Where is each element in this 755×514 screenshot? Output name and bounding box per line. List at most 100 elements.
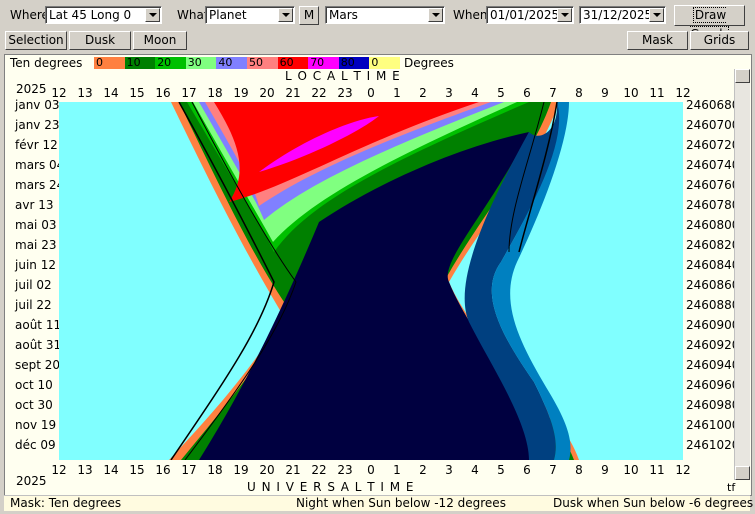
where-combo[interactable]: Lat 45 Long 0: [45, 6, 162, 24]
legend-swatch: 10: [124, 56, 156, 69]
scroll-up-button[interactable]: [735, 69, 750, 83]
date-tick: juil 22: [15, 298, 52, 312]
bottom-hour-tick: 15: [129, 463, 145, 477]
legend-label: 20: [157, 56, 172, 69]
scroll-down-button[interactable]: [735, 466, 750, 480]
date-tick: sept 20: [15, 358, 61, 372]
local-time-title: L O C A L T I M E: [285, 69, 401, 83]
bottom-hour-tick: 12: [675, 463, 691, 477]
legend-swatch: 0: [94, 56, 125, 69]
bottom-hour-tick: 4: [471, 463, 479, 477]
object-combo[interactable]: Mars: [325, 6, 445, 24]
legend-swatch: 50: [247, 56, 278, 69]
top-hour-tick: 1: [393, 86, 401, 100]
julian-day-tick: 2460940: [686, 358, 740, 372]
date-tick: mai 03: [15, 218, 57, 232]
date-tick: oct 30: [15, 398, 53, 412]
moon-button[interactable]: Moon: [133, 31, 187, 50]
legend-swatch: 20: [155, 56, 187, 69]
date-tick: janv 03: [15, 98, 60, 112]
chevron-down-icon[interactable]: [428, 8, 443, 22]
date-to-combo[interactable]: 31/12/2025: [579, 6, 666, 24]
julian-day-tick: 2460880: [686, 298, 740, 312]
bottom-hour-tick: 2: [419, 463, 427, 477]
legend-swatch: 70: [308, 56, 340, 69]
date-tick: janv 23: [15, 118, 60, 132]
date-tick: févr 12: [15, 138, 58, 152]
top-hour-tick: 5: [497, 86, 505, 100]
top-hour-tick: 19: [233, 86, 249, 100]
top-hour-tick: 9: [601, 86, 609, 100]
what-value: Planet: [209, 8, 247, 22]
date-tick: nov 19: [15, 418, 57, 432]
bottom-hour-tick: 13: [77, 463, 93, 477]
chevron-down-icon[interactable]: [649, 8, 664, 22]
legend-label: 0: [371, 56, 379, 69]
legend-label: 0: [96, 56, 103, 69]
bottom-hour-tick: 16: [155, 463, 171, 477]
top-hour-tick: 22: [311, 86, 327, 100]
date-tick: août 11: [15, 318, 62, 332]
chevron-down-icon[interactable]: [557, 8, 572, 22]
what-combo[interactable]: Planet: [205, 6, 295, 24]
legend-label: 80: [340, 56, 355, 69]
date-from-value: 01/01/2025: [490, 8, 560, 22]
top-hour-tick: 2: [419, 86, 427, 100]
bottom-hour-tick: 20: [259, 463, 275, 477]
vertical-scrollbar[interactable]: [734, 69, 750, 480]
grids-button[interactable]: Grids: [690, 31, 749, 50]
legend-label: 60: [279, 56, 294, 69]
chevron-down-icon[interactable]: [278, 8, 293, 22]
top-hour-tick: 10: [623, 86, 639, 100]
m-button[interactable]: M: [299, 6, 319, 25]
date-tick: déc 09: [15, 438, 56, 452]
legend-swatch: 0: [369, 56, 401, 69]
bottom-hour-tick: 3: [445, 463, 453, 477]
legend-label: 30: [187, 56, 202, 69]
bottom-hour-tick: 18: [207, 463, 223, 477]
visibility-plot[interactable]: [59, 102, 683, 460]
bottom-hour-tick: 17: [181, 463, 197, 477]
julian-day-tick: 2460680: [686, 98, 740, 112]
bottom-hour-tick: 23: [337, 463, 353, 477]
status-mask: Mask: Ten degrees: [10, 496, 122, 510]
universal-time-title: U N I V E R S A L T I M E: [247, 480, 415, 494]
legend-label: 70: [310, 56, 325, 69]
year-bottom: 2025: [16, 474, 47, 488]
dusk-button[interactable]: Dusk: [69, 31, 131, 50]
julian-day-tick: 2460760: [686, 178, 740, 192]
legend-label: 40: [218, 56, 233, 69]
bottom-hour-tick: 19: [233, 463, 249, 477]
legend-swatch: 40: [216, 56, 248, 69]
bottom-hour-tick: 11: [649, 463, 665, 477]
draw-graph-button[interactable]: Draw Graph: [674, 5, 745, 42]
mask-button[interactable]: Mask: [627, 31, 688, 50]
top-hour-tick: 8: [575, 86, 583, 100]
date-tick: oct 10: [15, 378, 53, 392]
top-hour-tick: 21: [285, 86, 301, 100]
top-hour-tick: 0: [367, 86, 375, 100]
chevron-down-icon[interactable]: [145, 8, 160, 22]
top-hour-tick: 17: [181, 86, 197, 100]
year-top: 2025: [16, 82, 47, 96]
julian-day-tick: 2460720: [686, 138, 740, 152]
top-hour-tick: 6: [523, 86, 531, 100]
what-label: What: [177, 8, 209, 22]
julian-day-tick: 2460980: [686, 398, 740, 412]
date-tick: mai 23: [15, 238, 57, 252]
selection-button[interactable]: Selection: [5, 31, 67, 50]
bottom-hour-tick: 22: [311, 463, 327, 477]
date-tick: juil 02: [15, 278, 52, 292]
top-hour-tick: 20: [259, 86, 275, 100]
legend-swatch: 80: [338, 56, 370, 69]
top-hour-tick: 3: [445, 86, 453, 100]
date-from-combo[interactable]: 01/01/2025: [486, 6, 574, 24]
date-tick: août 31: [15, 338, 62, 352]
when-label: When: [453, 8, 488, 22]
status-night: Night when Sun below -12 degrees: [296, 496, 506, 510]
legend-unit: Degrees: [404, 56, 454, 70]
top-hour-tick: 4: [471, 86, 479, 100]
julian-day-tick: 2460840: [686, 258, 740, 272]
top-hour-tick: 23: [337, 86, 353, 100]
julian-day-tick: 2460800: [686, 218, 740, 232]
